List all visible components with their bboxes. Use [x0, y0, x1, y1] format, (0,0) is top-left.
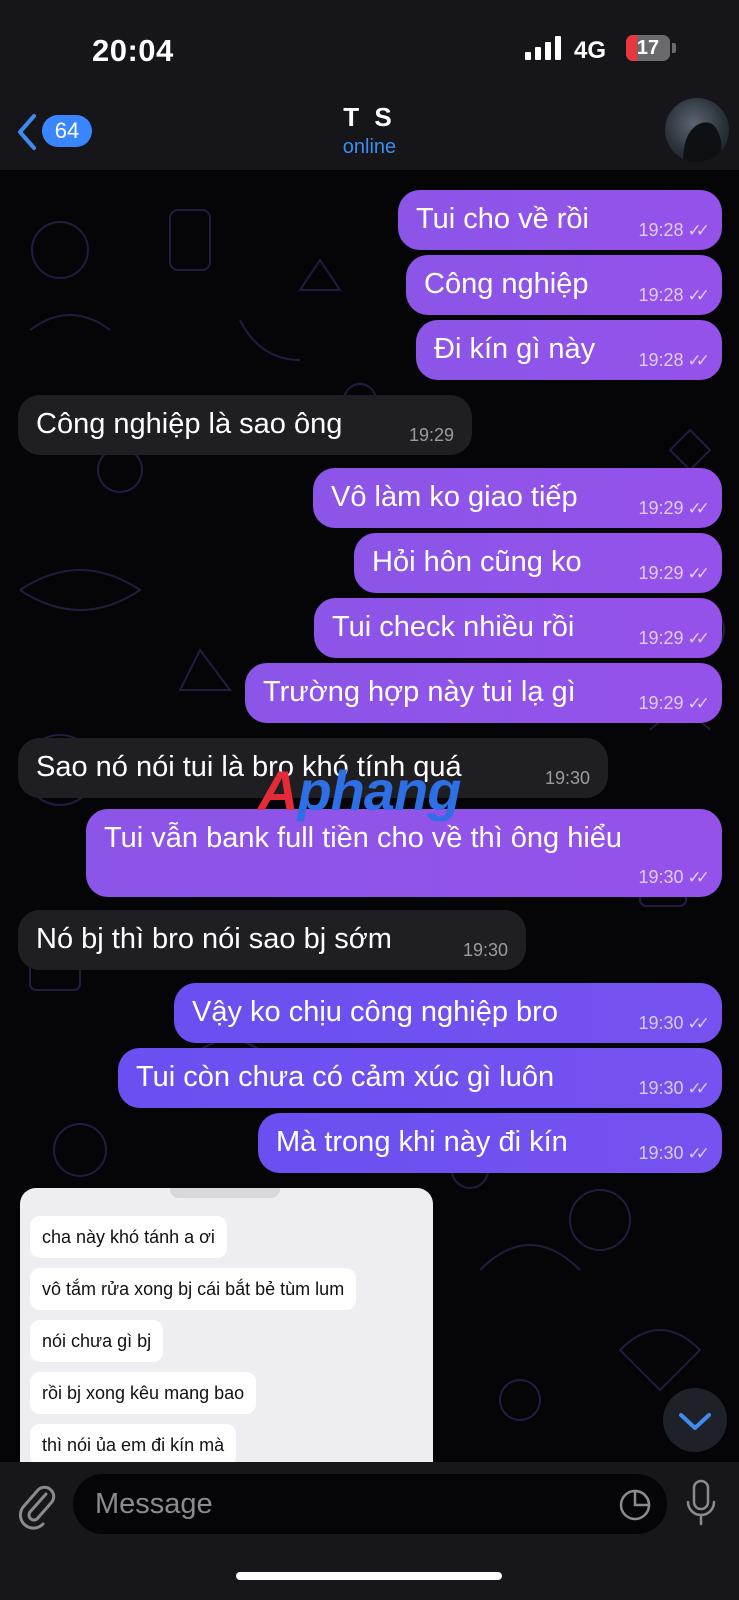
message-text: Vô làm ko giao tiếp	[331, 481, 578, 513]
message-text: Hỏi hôn cũng ko	[372, 546, 582, 578]
message-meta: 19:30 ✓✓	[638, 1013, 710, 1034]
status-time: 20:04	[92, 33, 174, 68]
message-time: 19:28	[638, 350, 684, 370]
message-meta: 19:28 ✓✓	[638, 220, 710, 241]
message-text: Tui còn chưa có cảm xúc gì luôn	[136, 1061, 555, 1093]
message-time: 19:28	[638, 285, 684, 305]
double-check-icon: ✓✓	[687, 1014, 710, 1033]
battery-level: 17	[636, 37, 660, 59]
card-date-pill	[170, 1188, 280, 1198]
outgoing-message[interactable]: Vậy ko chịu công nghiệp bro 19:30 ✓✓	[174, 983, 722, 1043]
message-meta: 19:30	[545, 768, 590, 789]
message-meta: 19:30 ✓✓	[638, 1143, 710, 1164]
message-time: 19:30	[544, 768, 590, 788]
message-time: 19:29	[638, 498, 684, 518]
message-meta: 19:30 ✓✓	[638, 1078, 710, 1099]
double-check-icon: ✓✓	[687, 564, 710, 583]
double-check-icon: ✓✓	[687, 1079, 710, 1098]
watermark-part2: phang	[297, 759, 461, 822]
double-check-icon: ✓✓	[687, 286, 710, 305]
message-text: Vậy ko chịu công nghiệp bro	[192, 996, 558, 1028]
status-bar: 20:04 4G 17	[0, 0, 739, 100]
chevron-down-icon	[679, 1413, 711, 1430]
message-text: Công nghiệp	[424, 268, 589, 300]
sticker-icon[interactable]	[618, 1488, 652, 1522]
double-check-icon: ✓✓	[687, 868, 710, 887]
signal-icon	[525, 36, 561, 60]
message-input-bar: Message	[0, 1462, 739, 1600]
message-meta: 19:29 ✓✓	[638, 628, 710, 649]
card-message: thì nói ủa em đi kín mà	[30, 1424, 237, 1466]
message-text: Tui check nhiều rồi	[332, 611, 575, 643]
card-message: rồi bj xong kêu mang bao	[30, 1372, 257, 1414]
message-time: 19:29	[638, 563, 684, 583]
message-time: 19:30	[462, 940, 508, 960]
watermark-part1: A	[258, 759, 298, 822]
outgoing-message[interactable]: Tui còn chưa có cảm xúc gì luôn 19:30 ✓✓	[118, 1048, 722, 1108]
message-meta: 19:28 ✓✓	[638, 350, 710, 371]
battery-icon: 17	[626, 35, 670, 61]
chat-header: 64 T S online	[0, 98, 739, 170]
message-time: 19:30	[638, 1078, 684, 1098]
paperclip-icon[interactable]	[16, 1482, 56, 1530]
incoming-message[interactable]: Công nghiệp là sao ông 19:29	[18, 395, 472, 455]
card-message: vô tắm rửa xong bj cái bắt bẻ tùm lum	[30, 1268, 357, 1310]
outgoing-message[interactable]: Vô làm ko giao tiếp 19:29 ✓✓	[313, 468, 722, 528]
message-text: Nó bj thì bro nói sao bj sớm	[36, 923, 392, 955]
outgoing-message[interactable]: Công nghiệp 19:28 ✓✓	[406, 255, 722, 315]
home-indicator	[236, 1572, 502, 1580]
embedded-screenshot[interactable]: cha này khó tánh a ơi vô tắm rửa xong bj…	[20, 1188, 433, 1468]
outgoing-message[interactable]: Mà trong khi này đi kín 19:30 ✓✓	[258, 1113, 722, 1173]
chat-title[interactable]: T S	[0, 102, 739, 133]
double-check-icon: ✓✓	[687, 1144, 710, 1163]
message-meta: 19:28 ✓✓	[638, 285, 710, 306]
message-time: 19:30	[638, 1143, 684, 1163]
outgoing-message[interactable]: Hỏi hôn cũng ko 19:29 ✓✓	[354, 533, 722, 593]
card-message: nói chưa gì bj	[30, 1320, 164, 1362]
message-time: 19:30	[638, 1013, 684, 1033]
message-text: Đi kín gì này	[434, 333, 596, 365]
microphone-icon[interactable]	[684, 1478, 718, 1528]
message-text: Tui cho về rồi	[416, 203, 589, 235]
double-check-icon: ✓✓	[687, 694, 710, 713]
message-meta: 19:30	[463, 940, 508, 961]
scroll-down-button[interactable]	[663, 1388, 727, 1452]
message-meta: 19:29	[409, 425, 454, 446]
message-text: Mà trong khi này đi kín	[276, 1126, 568, 1158]
message-time: 19:29	[638, 628, 684, 648]
card-message: cha này khó tánh a ơi	[30, 1216, 227, 1258]
avatar[interactable]	[665, 98, 729, 162]
battery-cap	[672, 43, 676, 53]
outgoing-message[interactable]: Đi kín gì này 19:28 ✓✓	[416, 320, 722, 380]
message-input[interactable]: Message	[73, 1474, 667, 1534]
message-meta: 19:29 ✓✓	[638, 563, 710, 584]
incoming-message[interactable]: Nó bj thì bro nói sao bj sớm 19:30	[18, 910, 526, 970]
message-meta: 19:29 ✓✓	[638, 693, 710, 714]
chat-status: online	[342, 136, 397, 158]
message-time: 19:30	[638, 867, 684, 887]
outgoing-message[interactable]: Tui cho về rồi 19:28 ✓✓	[398, 190, 722, 250]
outgoing-message[interactable]: Tui check nhiều rồi 19:29 ✓✓	[314, 598, 722, 658]
message-placeholder: Message	[95, 1488, 213, 1520]
message-time: 19:28	[638, 220, 684, 240]
double-check-icon: ✓✓	[687, 499, 710, 518]
message-time: 19:29	[638, 693, 684, 713]
message-text: Công nghiệp là sao ông	[36, 408, 343, 440]
message-time: 19:29	[408, 425, 454, 445]
message-meta: 19:30 ✓✓	[638, 867, 710, 888]
outgoing-message[interactable]: Trường hợp này tui lạ gì 19:29 ✓✓	[245, 663, 722, 723]
watermark-logo: Aphang	[258, 758, 461, 823]
message-text: Tui vẫn bank full tiền cho về thì ông hi…	[104, 822, 623, 854]
double-check-icon: ✓✓	[687, 351, 710, 370]
network-type: 4G	[574, 37, 607, 64]
message-text: Trường hợp này tui lạ gì	[263, 676, 576, 708]
double-check-icon: ✓✓	[687, 629, 710, 648]
message-meta: 19:29 ✓✓	[638, 498, 710, 519]
double-check-icon: ✓✓	[687, 221, 710, 240]
